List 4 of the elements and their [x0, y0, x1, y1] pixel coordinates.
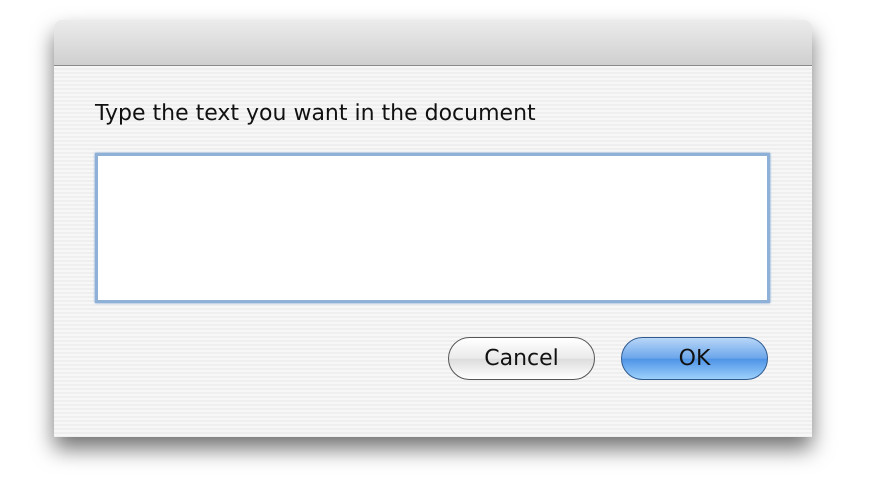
text-field[interactable]	[95, 153, 770, 303]
prompt-label: Type the text you want in the document	[95, 100, 537, 128]
dialog-button[interactable]: Cancel	[448, 337, 595, 380]
default-button[interactable]: OK	[621, 337, 768, 380]
